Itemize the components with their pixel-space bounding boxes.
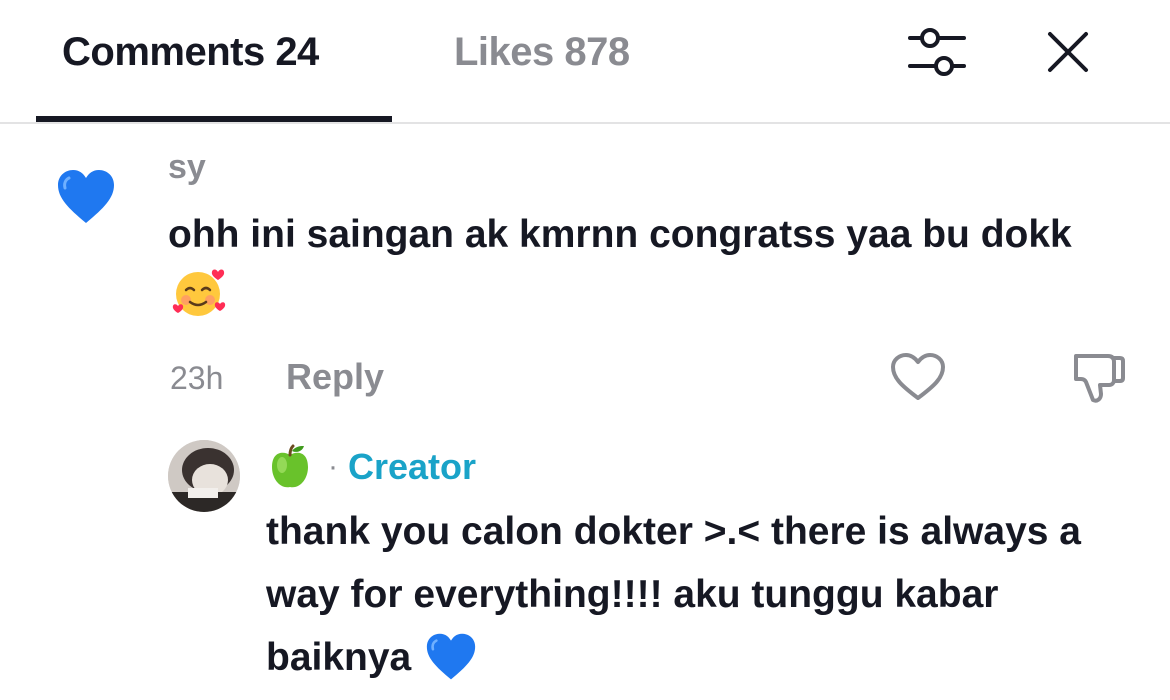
blue-heart-emoji <box>427 633 476 680</box>
comment-timestamp: 23h <box>170 360 224 396</box>
creator-badge: Creator <box>348 446 477 487</box>
reply-button[interactable]: Reply <box>286 356 384 398</box>
tab-likes[interactable]: Likes 878 <box>454 30 630 75</box>
comments-header: Comments 24 Likes 878 <box>0 0 1170 123</box>
tab-comments[interactable]: Comments 24 <box>62 30 319 75</box>
green-apple-emoji <box>272 444 308 488</box>
creator-avatar[interactable] <box>168 440 240 512</box>
blue-heart-icon[interactable] <box>56 168 116 226</box>
header-divider <box>0 122 1170 124</box>
reply-text-content: thank you calon dokter >.< there is alwa… <box>266 510 1081 679</box>
reply-text: thank you calon dokter >.< there is alwa… <box>266 500 1126 689</box>
reply-username-row[interactable]: · Creator <box>266 442 476 492</box>
comment-text: ohh ini saingan ak kmrnn congratss yaa b… <box>168 204 1128 329</box>
sliders-icon[interactable] <box>908 26 966 80</box>
close-icon[interactable] <box>1046 30 1090 74</box>
comment-text-content: ohh ini saingan ak kmrnn congratss yaa b… <box>168 213 1072 256</box>
comment-username[interactable]: sy <box>168 148 206 187</box>
comments-panel: Comments 24 Likes 878 sy ohh ini saingan… <box>0 0 1170 700</box>
heart-outline-icon[interactable] <box>890 352 946 402</box>
separator-dot: · <box>328 450 338 483</box>
thumbs-down-icon[interactable] <box>1068 350 1126 404</box>
avatar-photo <box>168 440 240 512</box>
smiling-face-with-hearts-emoji <box>172 269 226 316</box>
